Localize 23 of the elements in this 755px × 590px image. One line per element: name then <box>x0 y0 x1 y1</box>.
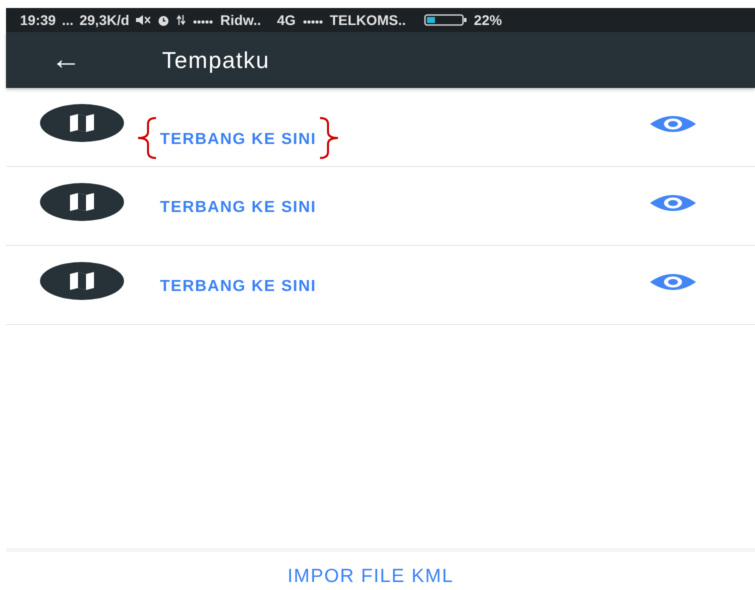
import-kml-button[interactable]: IMPOR FILE KML <box>287 566 454 590</box>
data-arrows-icon <box>176 14 186 26</box>
carrier-name: TELKOMS.. <box>330 12 406 28</box>
fly-here-button[interactable]: TERBANG KE SINI <box>158 199 318 217</box>
eye-icon[interactable] <box>649 272 697 292</box>
status-dots: ... <box>62 12 74 28</box>
battery-percent: 22% <box>474 12 502 28</box>
screen-title: Tempatku <box>162 46 270 74</box>
status-time: 19:39 <box>20 12 56 28</box>
alarm-icon <box>157 14 170 26</box>
mute-icon <box>135 14 152 26</box>
battery-icon <box>424 14 468 26</box>
fly-here-button[interactable]: TERBANG KE SINI <box>158 278 318 296</box>
eye-icon[interactable] <box>649 193 697 213</box>
eye-icon[interactable] <box>649 114 697 134</box>
back-button[interactable]: ← <box>44 45 88 75</box>
carrier-name: Ridw.. <box>220 12 261 28</box>
map-icon <box>40 104 124 142</box>
status-speed: 29,3K/d <box>79 12 130 28</box>
fly-here-button[interactable]: TERBANG KE SINI <box>158 131 318 149</box>
map-icon <box>40 183 124 221</box>
network-type: 4G <box>277 12 296 28</box>
map-icon <box>40 262 124 300</box>
